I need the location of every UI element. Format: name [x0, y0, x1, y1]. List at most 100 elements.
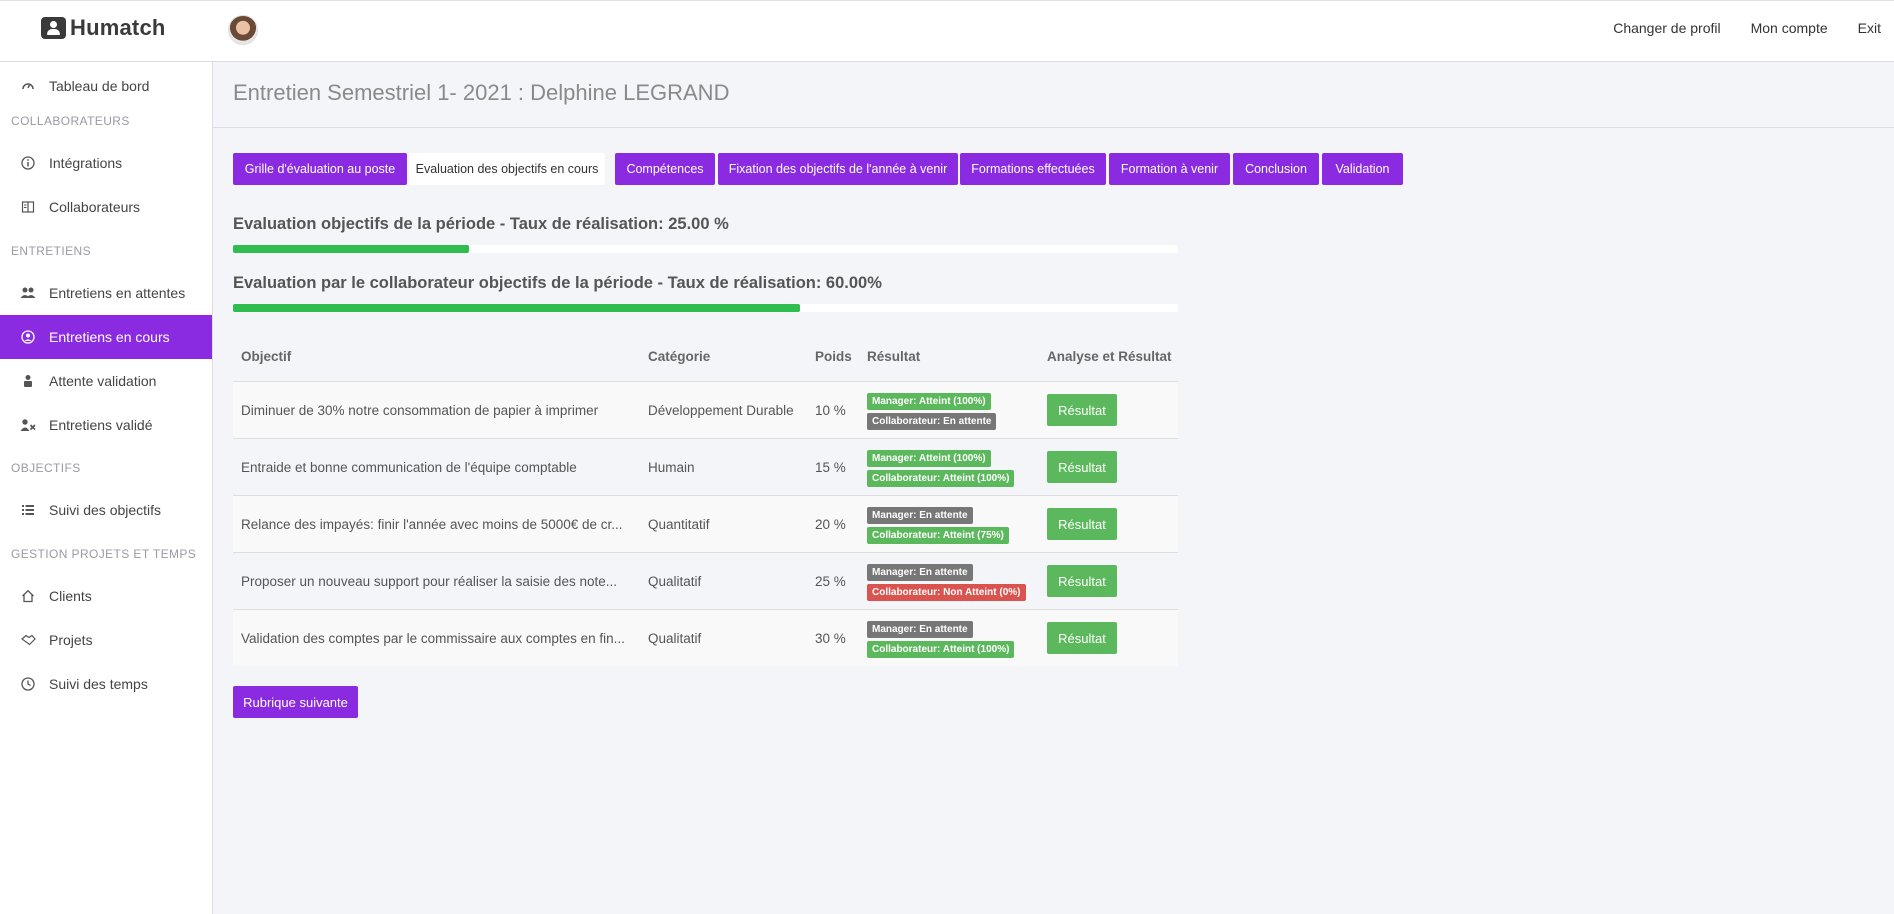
resultat-button[interactable]: Résultat	[1047, 508, 1117, 540]
progress-title-manager: Evaluation objectifs de la période - Tau…	[233, 215, 729, 233]
objectif-cell: Relance des impayés: finir l'année avec …	[241, 517, 623, 532]
sidebar-item-label: Suivi des temps	[49, 676, 148, 692]
home-icon	[20, 588, 36, 604]
logo-icon	[41, 17, 66, 39]
section-heading-gestion: GESTION PROJETS ET TEMPS	[11, 547, 197, 561]
top-navbar: Humatch Changer de profil Mon compte Exi…	[0, 0, 1894, 62]
list-icon	[20, 502, 36, 518]
table-row: Diminuer de 30% notre consommation de pa…	[233, 381, 1178, 438]
tab-validation[interactable]: Validation	[1322, 153, 1403, 185]
tab-formation-a-venir[interactable]: Formation à venir	[1109, 153, 1230, 185]
divider	[213, 127, 1894, 128]
sidebar-item-tableau-de-bord[interactable]: Tableau de bord	[0, 64, 212, 108]
resultat-button[interactable]: Résultat	[1047, 451, 1117, 483]
manager-status-badge: Manager: En attente	[867, 507, 973, 524]
sidebar-item-entretiens-valide[interactable]: Entretiens validé	[0, 403, 212, 447]
table-row: Entraide et bonne communication de l'équ…	[233, 438, 1178, 495]
progress-title-collaborateur: Evaluation par le collaborateur objectif…	[233, 274, 882, 292]
resultat-button[interactable]: Résultat	[1047, 622, 1117, 654]
exit-link[interactable]: Exit	[1858, 20, 1881, 36]
sidebar-item-clients[interactable]: Clients	[0, 574, 212, 618]
sidebar-item-suivi-des-objectifs[interactable]: Suivi des objectifs	[0, 488, 212, 532]
poids-cell: 15 %	[815, 460, 846, 475]
sidebar-item-entretiens-en-attentes[interactable]: Entretiens en attentes	[0, 271, 212, 315]
column-header-objectif: Objectif	[241, 349, 292, 364]
change-profile-link[interactable]: Changer de profil	[1613, 20, 1720, 36]
sidebar-item-label: Entretiens validé	[49, 417, 153, 433]
sidebar-item-projets[interactable]: Projets	[0, 618, 212, 662]
sidebar-item-label: Projets	[49, 632, 93, 648]
categorie-cell: Quantitatif	[648, 517, 710, 532]
table-row: Validation des comptes par le commissair…	[233, 609, 1178, 666]
sidebar-item-label: Tableau de bord	[49, 78, 150, 94]
manager-status-badge: Manager: Atteint (100%)	[867, 393, 991, 410]
objectif-cell: Validation des comptes par le commissair…	[241, 631, 625, 646]
users-icon	[20, 285, 36, 301]
resultat-button[interactable]: Résultat	[1047, 394, 1117, 426]
sidebar-item-suivi-des-temps[interactable]: Suivi des temps	[0, 662, 212, 706]
progress-fill	[233, 304, 800, 312]
brand-logo[interactable]: Humatch	[41, 15, 166, 41]
resultat-button[interactable]: Résultat	[1047, 565, 1117, 597]
sidebar-item-label: Attente validation	[49, 373, 157, 389]
sidebar-item-label: Intégrations	[49, 155, 123, 171]
user-lock-icon	[20, 373, 36, 389]
rubrique-suivante-button[interactable]: Rubrique suivante	[233, 686, 358, 718]
progress-bar-manager	[233, 245, 1178, 253]
progress-fill	[233, 245, 470, 253]
poids-cell: 25 %	[815, 574, 846, 589]
sidebar-item-label: Suivi des objectifs	[49, 502, 162, 518]
section-heading-objectifs: OBJECTIFS	[11, 461, 81, 475]
my-account-link[interactable]: Mon compte	[1751, 20, 1828, 36]
clock-icon	[20, 676, 36, 692]
book-icon	[20, 199, 36, 215]
column-header-categorie: Catégorie	[648, 349, 711, 364]
sidebar-item-label: Entretiens en cours	[49, 329, 170, 345]
top-links: Changer de profil Mon compte Exit	[1613, 20, 1881, 36]
objectif-cell: Proposer un nouveau support pour réalise…	[241, 574, 617, 589]
user-avatar[interactable]	[228, 15, 258, 45]
tab-conclusion[interactable]: Conclusion	[1233, 153, 1319, 185]
poids-cell: 10 %	[815, 403, 846, 418]
column-header-analyse: Analyse et Résultat	[1047, 349, 1172, 364]
categorie-cell: Développement Durable	[648, 403, 794, 418]
sidebar-item-entretiens-en-cours[interactable]: Entretiens en cours	[0, 315, 212, 359]
categorie-cell: Qualitatif	[648, 631, 702, 646]
sidebar-item-integrations[interactable]: Intégrations	[0, 141, 212, 185]
user-times-icon	[20, 417, 36, 433]
table-row: Proposer un nouveau support pour réalise…	[233, 552, 1178, 609]
collaborateur-status-badge: Collaborateur: Atteint (100%)	[867, 470, 1015, 487]
tab-evaluation-objectifs[interactable]: Evaluation des objectifs en cours	[409, 153, 605, 185]
sidebar-item-attente-validation[interactable]: Attente validation	[0, 359, 212, 403]
manager-status-badge: Manager: En attente	[867, 564, 973, 581]
poids-cell: 30 %	[815, 631, 846, 646]
sidebar-item-collaborateurs[interactable]: Collaborateurs	[0, 185, 212, 229]
collaborateur-status-badge: Collaborateur: Atteint (75%)	[867, 527, 1009, 544]
progress-bar-collaborateur	[233, 304, 1178, 312]
tab-formations-effectuees[interactable]: Formations effectuées	[960, 153, 1106, 185]
sidebar: Tableau de bord COLLABORATEURS Intégrati…	[0, 62, 213, 914]
tab-fixation-objectifs[interactable]: Fixation des objectifs de l'année à veni…	[718, 153, 958, 185]
categorie-cell: Humain	[648, 460, 695, 475]
sidebar-item-label: Entretiens en attentes	[49, 285, 186, 301]
info-circle-icon	[20, 155, 36, 171]
tab-competences[interactable]: Compétences	[615, 153, 715, 185]
column-header-poids: Poids	[815, 349, 852, 364]
handshake-icon	[20, 632, 36, 648]
section-heading-collaborateurs: COLLABORATEURS	[11, 114, 130, 128]
column-header-resultat: Résultat	[867, 349, 921, 364]
user-circle-icon	[20, 329, 36, 345]
sidebar-item-label: Clients	[49, 588, 92, 604]
manager-status-badge: Manager: Atteint (100%)	[867, 450, 991, 467]
poids-cell: 20 %	[815, 517, 846, 532]
objectif-cell: Entraide et bonne communication de l'équ…	[241, 460, 577, 475]
tab-grille-evaluation[interactable]: Grille d'évaluation au poste	[233, 153, 407, 185]
section-heading-entretiens: ENTRETIENS	[11, 244, 92, 258]
sidebar-item-label: Collaborateurs	[49, 199, 141, 215]
collaborateur-status-badge: Collaborateur: En attente	[867, 413, 997, 430]
collaborateur-status-badge: Collaborateur: Non Atteint (0%)	[867, 584, 1026, 601]
manager-status-badge: Manager: En attente	[867, 621, 973, 638]
collaborateur-status-badge: Collaborateur: Atteint (100%)	[867, 641, 1015, 658]
dashboard-icon	[20, 78, 36, 94]
categorie-cell: Qualitatif	[648, 574, 702, 589]
